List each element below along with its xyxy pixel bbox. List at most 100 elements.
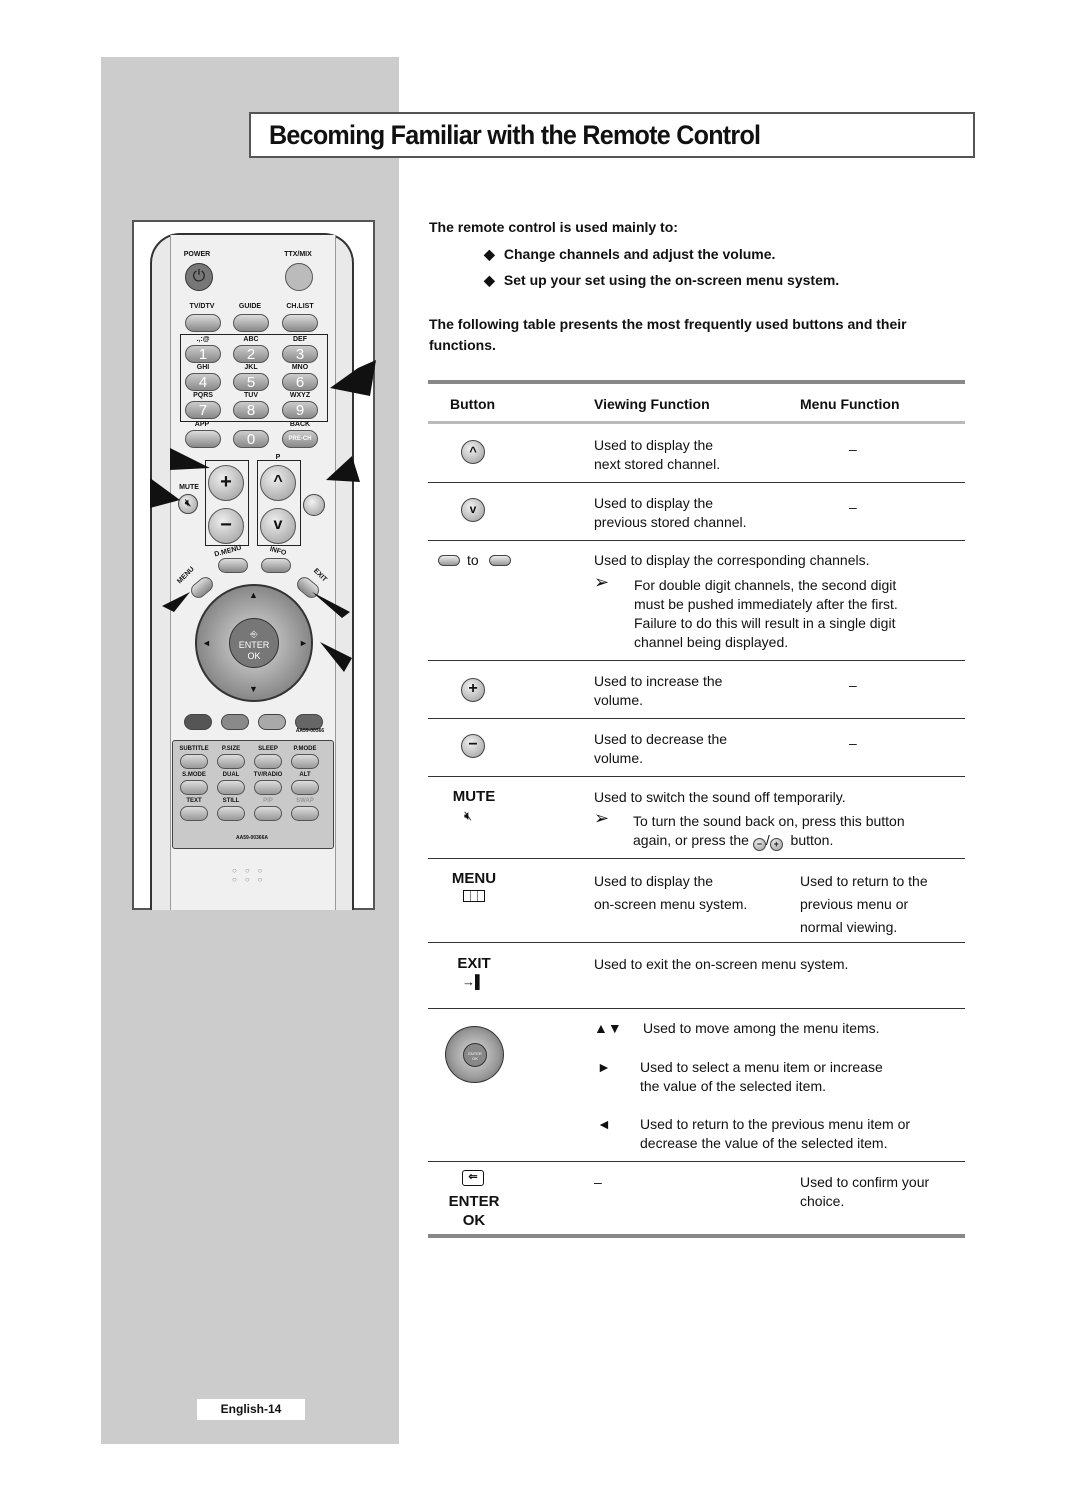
sleep-button[interactable] — [254, 754, 282, 769]
lower-button-label: SLEEP — [258, 746, 278, 752]
guide-button[interactable] — [233, 314, 269, 332]
table-row: Used to exit the on-screen menu system. — [594, 956, 849, 972]
row-divider — [428, 858, 965, 859]
table-row: Used to decrease the volume. — [594, 731, 728, 766]
row-divider — [428, 540, 965, 541]
color-button[interactable] — [184, 714, 212, 730]
subtitle-button[interactable] — [180, 754, 208, 769]
table-row: – — [594, 1174, 602, 1190]
enter-ok-label: ENTER OK — [448, 1193, 500, 1229]
tvdtv-label: TV/DTV — [189, 303, 215, 310]
callout-pointers — [150, 360, 376, 672]
table-row: Used to select a menu item or increase th… — [640, 1059, 883, 1094]
still-button[interactable] — [217, 806, 245, 821]
table-row: Used to move among the menu items. — [643, 1020, 880, 1036]
row-divider — [428, 660, 965, 661]
lower-button-label: TV/RADIO — [253, 772, 283, 778]
bullet-item: ◆ Change channels and adjust the volume. — [484, 246, 776, 262]
volume-up-icon: + — [461, 678, 485, 702]
lower-button-label: SWAP — [296, 798, 314, 804]
menu-function-cell: – — [849, 499, 857, 515]
pointer-keypad — [330, 360, 376, 396]
lower-button-label: ALT — [299, 772, 311, 778]
pip-button[interactable] — [254, 806, 282, 821]
lower-button-label: PIP — [263, 798, 273, 804]
p-size-button[interactable] — [217, 754, 245, 769]
table-row: Used to display the corresponding channe… — [594, 552, 870, 568]
table-top-rule — [428, 380, 965, 384]
keypad-letters: ABC — [243, 336, 259, 343]
model-number-top: AA59-00366 — [295, 728, 325, 734]
power-icon: ⏻ — [192, 268, 206, 285]
menu-function-cell: – — [849, 735, 857, 751]
model-number-bottom: AA59-00366A — [236, 835, 268, 841]
lower-button-label: P.MODE — [293, 746, 317, 752]
page-title: Becoming Familiar with the Remote Contro… — [269, 120, 761, 150]
nav-updown-symbol: ▲▼ — [594, 1020, 622, 1036]
p-mode-button[interactable] — [291, 754, 319, 769]
ir-dots: ○○○ ○○○ — [232, 866, 271, 884]
chlist-button[interactable] — [282, 314, 318, 332]
row-divider — [428, 776, 965, 777]
dual-button[interactable] — [217, 780, 245, 795]
title-box: Becoming Familiar with the Remote Contro… — [249, 112, 975, 158]
page-number: English-14 — [197, 1399, 305, 1420]
tv-radio-button[interactable] — [254, 780, 282, 795]
row-divider — [428, 1008, 965, 1009]
lower-button-label: S.MODE — [182, 772, 206, 778]
table-row: Used to return to the previous menu item… — [640, 1116, 911, 1151]
text-button[interactable] — [180, 806, 208, 821]
header-rule — [428, 421, 965, 424]
s-mode-button[interactable] — [180, 780, 208, 795]
intro-paragraph: The following table presents the most fr… — [429, 316, 907, 353]
tvdtv-button[interactable] — [185, 314, 221, 332]
bullet-item: ◆ Set up your set using the on-screen me… — [484, 272, 840, 288]
note-arrow-icon: ➢ — [594, 808, 610, 828]
menu-label: MENU — [451, 870, 497, 887]
intro-heading: The remote control is used mainly to: — [429, 219, 678, 235]
pointer-dpad — [320, 642, 352, 672]
digit-0-icon — [438, 555, 460, 566]
lower-button-label: SUBTITLE — [179, 746, 209, 752]
guide-label: GUIDE — [238, 303, 262, 310]
pointer-volume — [170, 448, 210, 470]
note-text: To turn the sound back on, press this bu… — [633, 813, 905, 851]
volume-down-mini-icon: − — [752, 838, 766, 851]
power-label: POWER — [183, 251, 211, 258]
menu-function-cell: – — [849, 441, 857, 457]
power-button[interactable]: ⏻ — [185, 263, 213, 291]
header-button: Button — [450, 396, 496, 412]
lower-button-label: P.SIZE — [221, 746, 241, 752]
exit-label: EXIT — [457, 955, 491, 972]
table-row: Used to display the next stored channel. — [594, 437, 721, 472]
navigation-pad-icon: ENTER OK — [445, 1026, 504, 1083]
chlist-label: CH.LIST — [286, 303, 314, 310]
channel-up-icon: ^ — [461, 440, 485, 464]
swap-button[interactable] — [291, 806, 319, 821]
pointer-mute — [150, 478, 180, 508]
channel-down-icon: v — [461, 498, 485, 522]
lower-button-label: STILL — [222, 798, 240, 804]
ttx-button[interactable] — [285, 263, 313, 291]
table-bottom-rule — [428, 1234, 965, 1238]
lower-button-label: DUAL — [222, 772, 240, 778]
header-viewing-function: Viewing Function — [594, 396, 710, 412]
lower-button-label: TEXT — [186, 798, 202, 804]
row-divider — [428, 482, 965, 483]
keypad-letters: .,:@ — [196, 336, 210, 343]
nav-left-symbol: ◄ — [597, 1116, 611, 1132]
note-arrow-icon: ➢ — [594, 572, 610, 592]
table-row: Used to display the previous stored chann… — [594, 495, 747, 530]
table-row: Used to increase the volume. — [594, 673, 723, 708]
color-button[interactable] — [221, 714, 249, 730]
to-label: to — [467, 552, 479, 568]
menu-function-cell: Used to return to the previous menu or nor… — [800, 873, 928, 935]
enter-icon: ⇐ — [462, 1170, 484, 1186]
keypad-letters: DEF — [293, 336, 307, 343]
table-row: Used to display the on-screen menu system… — [594, 873, 748, 912]
header-menu-function: Menu Function — [800, 396, 900, 412]
alt-button[interactable] — [291, 780, 319, 795]
row-divider — [428, 718, 965, 719]
pointer-channel — [326, 456, 360, 482]
nav-down-icon[interactable]: ▼ — [249, 684, 258, 694]
